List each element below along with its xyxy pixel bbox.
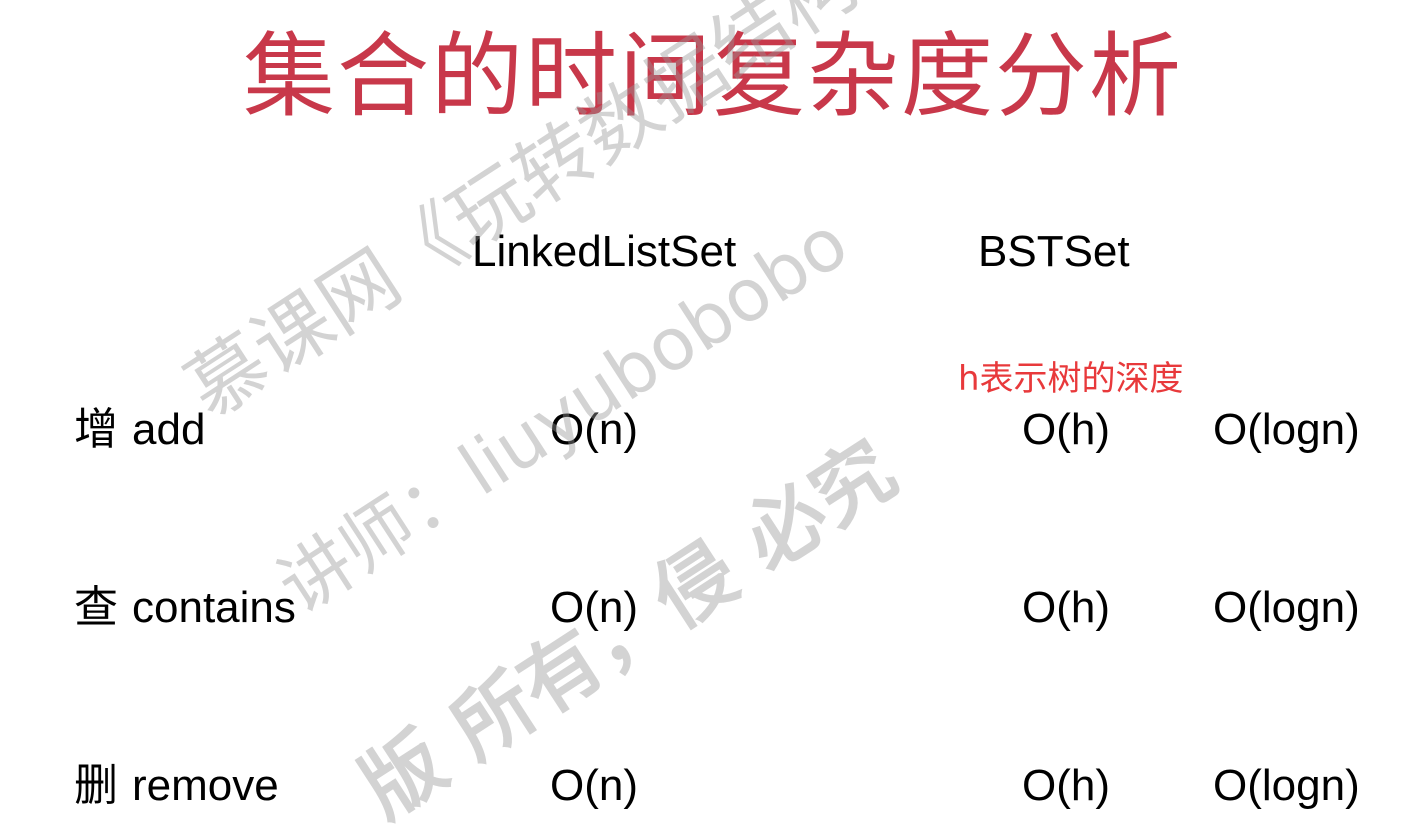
column-header-bstset: BSTSet: [978, 227, 1130, 276]
linkedlist-complexity: O(n): [550, 761, 638, 810]
column-header-linkedlistset: LinkedListSet: [472, 227, 737, 276]
linkedlist-complexity: O(n): [550, 583, 638, 632]
linkedlist-complexity: O(n): [550, 405, 638, 454]
tree-depth-note: h表示树的深度: [958, 359, 1184, 399]
operation-cn: 查: [74, 582, 118, 633]
operation-label: 删 remove: [74, 756, 279, 816]
bst-complexity-logn: O(logn): [1213, 761, 1360, 810]
complexity-row-contains: 查 contains O(n) O(h) O(logn): [0, 578, 1426, 638]
operation-en: add: [132, 405, 206, 454]
operation-label: 增 add: [74, 400, 205, 460]
bst-complexity-logn: O(logn): [1213, 405, 1360, 454]
bst-complexity-logn: O(logn): [1213, 583, 1360, 632]
operation-en: contains: [132, 583, 296, 632]
complexity-row-add: 增 add O(n) O(h) O(logn): [0, 400, 1426, 460]
bst-complexity-h: O(h): [1022, 583, 1110, 632]
operation-en: remove: [132, 761, 279, 810]
operation-cn: 删: [74, 760, 118, 811]
bst-complexity-h: O(h): [1022, 761, 1110, 810]
operation-cn: 增: [74, 404, 118, 455]
slide-title: 集合的时间复杂度分析: [242, 23, 1183, 130]
complexity-row-remove: 删 remove O(n) O(h) O(logn): [0, 756, 1426, 816]
operation-label: 查 contains: [74, 578, 296, 638]
bst-complexity-h: O(h): [1022, 405, 1110, 454]
